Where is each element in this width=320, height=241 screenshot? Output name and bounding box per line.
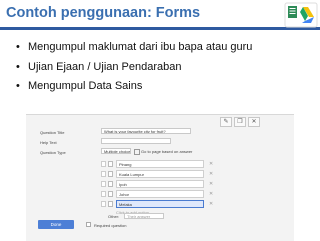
option-row-selected: Melaka ✕ xyxy=(101,200,221,208)
remove-option-icon[interactable]: ✕ xyxy=(209,160,213,168)
bullet-item: • Mengumpul maklumat dari ibu bapa atau g… xyxy=(14,38,252,58)
bullet-text: Mengumpul Data Sains xyxy=(28,80,143,92)
option-row: Johor ✕ xyxy=(101,190,221,198)
question-title-label: Question Title xyxy=(40,130,65,135)
google-drive-forms-logo xyxy=(284,2,318,28)
question-title-input[interactable]: What is your favourite city for fruit? xyxy=(101,128,191,134)
help-text-input[interactable] xyxy=(101,138,171,144)
delete-icon[interactable]: ✕ xyxy=(248,117,260,127)
bullet-dot: • xyxy=(16,41,20,53)
option-input[interactable]: Ipoh xyxy=(116,180,204,188)
bullet-dot: • xyxy=(16,60,20,73)
question-type-select[interactable]: Multiple choice xyxy=(101,148,131,154)
remove-option-icon[interactable]: ✕ xyxy=(209,190,213,198)
drag-handle-icon[interactable] xyxy=(101,181,106,187)
bullet-dot: • xyxy=(16,80,20,92)
bullet-item: • Mengumpul Data Sains xyxy=(14,77,252,97)
copy-icon[interactable]: ❐ xyxy=(234,117,246,127)
go-to-page-checkbox[interactable] xyxy=(134,149,140,155)
choice-radio xyxy=(108,201,113,207)
question-type-label: Question Type xyxy=(40,150,66,155)
remove-option-icon[interactable]: ✕ xyxy=(209,170,213,178)
drag-handle-icon[interactable] xyxy=(101,161,106,167)
slide-title: Contoh penggunaan: Forms xyxy=(6,5,201,21)
option-input[interactable]: Johor xyxy=(116,190,204,198)
required-label: Required question xyxy=(94,223,127,228)
done-button[interactable]: Done xyxy=(38,220,74,229)
help-text-label: Help Text xyxy=(40,140,57,145)
option-input-active[interactable]: Melaka xyxy=(116,200,204,208)
drag-handle-icon[interactable] xyxy=(101,191,106,197)
required-checkbox[interactable] xyxy=(86,222,91,227)
option-input[interactable]: Kuala Lumpur xyxy=(116,170,204,178)
choice-radio xyxy=(108,161,113,167)
edit-icon[interactable]: ✎ xyxy=(220,117,232,127)
remove-option-icon[interactable]: ✕ xyxy=(209,180,213,188)
other-label: Other: xyxy=(108,214,120,219)
bullet-text: Ujian Ejaan / Ujian Pendaraban xyxy=(28,60,182,73)
choice-radio xyxy=(108,191,113,197)
other-input[interactable]: Their answer xyxy=(124,213,164,219)
option-row: Ipoh ✕ xyxy=(101,180,221,188)
bullet-item: • Ujian Ejaan / Ujian Pendaraban xyxy=(14,58,252,78)
drag-handle-icon[interactable] xyxy=(101,201,106,207)
question-toolbar: ✎ ❐ ✕ xyxy=(220,117,260,127)
title-divider xyxy=(0,27,320,30)
option-row: Pinang ✕ xyxy=(101,160,221,168)
choice-radio xyxy=(108,181,113,187)
option-input[interactable]: Pinang xyxy=(116,160,204,168)
go-to-page-label: Go to page based on answer xyxy=(141,149,193,154)
drag-handle-icon[interactable] xyxy=(101,171,106,177)
bullet-list: • Mengumpul maklumat dari ibu bapa atau g… xyxy=(14,38,252,97)
bullet-text: Mengumpul maklumat dari ibu bapa atau gu… xyxy=(28,41,253,53)
slide: Contoh penggunaan: Forms • Mengumpul makl… xyxy=(0,0,320,241)
choice-radio xyxy=(108,171,113,177)
remove-option-icon[interactable]: ✕ xyxy=(209,200,213,208)
option-row: Kuala Lumpur ✕ xyxy=(101,170,221,178)
